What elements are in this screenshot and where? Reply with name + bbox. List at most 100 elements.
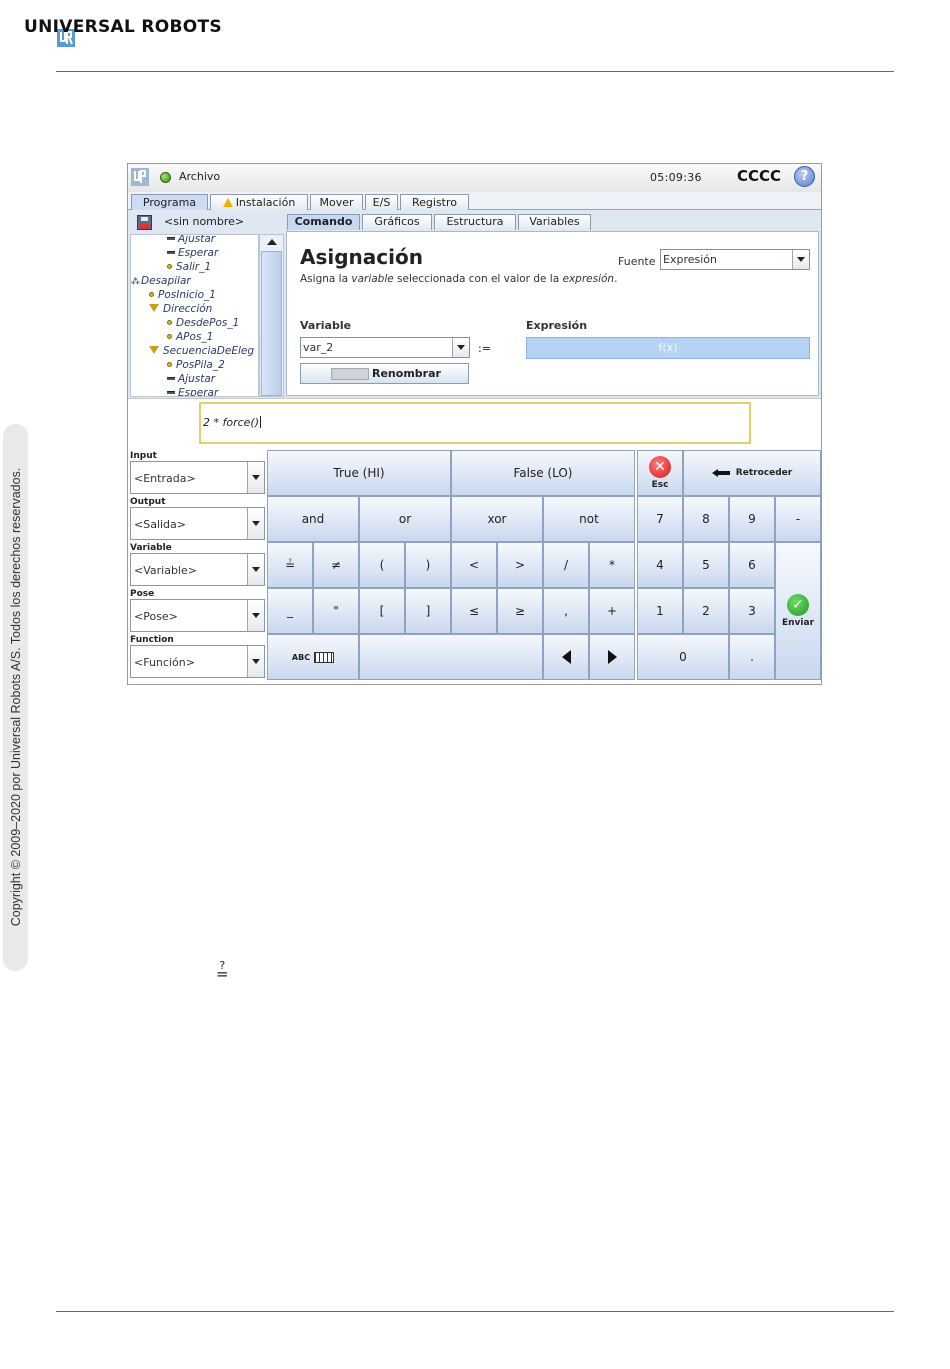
symbol-key[interactable]: / xyxy=(543,542,589,588)
scroll-thumb[interactable] xyxy=(261,251,282,396)
ur-logo-icon xyxy=(131,168,149,186)
symbol-key[interactable]: ) xyxy=(405,542,451,588)
tab-variables[interactable]: Variables xyxy=(518,214,591,230)
abc-keyboard-button[interactable]: ABC xyxy=(267,634,359,680)
digit-key[interactable]: 3 xyxy=(729,588,775,634)
tab-es[interactable]: E/S xyxy=(365,194,398,211)
tree-node[interactable]: PosPila_2 xyxy=(167,358,225,372)
chevron-down-icon xyxy=(247,508,264,539)
digit-key[interactable]: 1 xyxy=(637,588,683,634)
tree-node[interactable]: Ajustar xyxy=(167,372,215,386)
tree-node[interactable]: PosInicio_1 xyxy=(149,288,216,302)
symbol-key[interactable]: _ xyxy=(267,588,313,634)
expression-keyboard: Input <Entrada> Output <Salida> Variable… xyxy=(128,450,821,684)
tree-node[interactable]: Esperar xyxy=(167,386,218,396)
cursor-right-key[interactable] xyxy=(589,634,635,680)
tab-instalacion[interactable]: Instalación xyxy=(210,194,308,211)
tree-node[interactable]: SecuenciaDeEleg xyxy=(149,344,254,358)
tree-node[interactable]: Dirección xyxy=(149,302,212,316)
false-key[interactable]: False (LO) xyxy=(451,450,635,496)
backspace-button[interactable]: Retroceder xyxy=(683,450,821,496)
enter-button[interactable]: ✓ Enviar xyxy=(775,542,821,680)
help-icon[interactable]: ? xyxy=(794,166,815,187)
digit-key[interactable]: 0 xyxy=(637,634,729,680)
tab-label: Registro xyxy=(411,196,457,209)
rename-button[interactable]: Renombrar xyxy=(300,363,469,384)
digit-key[interactable]: 6 xyxy=(729,542,775,588)
digit-key[interactable]: 9 xyxy=(729,496,775,542)
true-key[interactable]: True (HI) xyxy=(267,450,451,496)
waypoint-icon xyxy=(167,264,172,269)
tree-node-label: DesdePos_1 xyxy=(176,317,240,329)
digit-key[interactable]: 5 xyxy=(683,542,729,588)
esc-label: Esc xyxy=(651,480,669,490)
tree-node[interactable]: ⁂Desapilar xyxy=(131,274,191,288)
scroll-up-icon[interactable] xyxy=(267,239,277,245)
program-tree: Ajustar Esperar Salir_1 ⁂Desapilar PosIn… xyxy=(130,234,259,397)
symbol-key[interactable]: , xyxy=(543,588,589,634)
symbol-key[interactable]: * xyxy=(589,542,635,588)
xor-key[interactable]: xor xyxy=(451,496,543,542)
symbol-key[interactable]: [ xyxy=(359,588,405,634)
tree-node[interactable]: Esperar xyxy=(167,246,218,260)
tree-node[interactable]: DesdePos_1 xyxy=(167,316,239,330)
tab-comando[interactable]: Comando xyxy=(287,214,360,230)
symbol-key[interactable]: < xyxy=(451,542,497,588)
digit-key[interactable]: 7 xyxy=(637,496,683,542)
tab-graficos[interactable]: Gráficos xyxy=(362,214,432,230)
space-key[interactable] xyxy=(359,634,543,680)
expression-field[interactable]: f(x) xyxy=(526,337,810,359)
chevron-down-icon xyxy=(247,646,264,677)
variable-label: Variable xyxy=(130,543,172,553)
symbol-key[interactable]: ≟ xyxy=(267,542,313,588)
and-key[interactable]: and xyxy=(267,496,359,542)
output-label: Output xyxy=(130,497,166,507)
symbol-key[interactable]: " xyxy=(313,588,359,634)
function-select[interactable]: <Función> xyxy=(130,645,265,678)
tab-estructura[interactable]: Estructura xyxy=(434,214,516,230)
tab-registro[interactable]: Registro xyxy=(400,194,469,211)
cursor-left-key[interactable] xyxy=(543,634,589,680)
file-menu[interactable]: Archivo xyxy=(179,170,220,183)
enter-label: Enviar xyxy=(781,618,815,628)
arrow-left-icon xyxy=(561,650,571,664)
variable-picker[interactable]: <Variable> xyxy=(130,553,265,586)
source-select[interactable]: Expresión xyxy=(660,249,810,270)
symbol-key[interactable]: ( xyxy=(359,542,405,588)
digit-key[interactable]: 8 xyxy=(683,496,729,542)
symbol-key[interactable]: ] xyxy=(405,588,451,634)
tab-mover[interactable]: Mover xyxy=(310,194,363,211)
page-title: Asignación xyxy=(300,245,423,269)
symbol-key[interactable]: > xyxy=(497,542,543,588)
tab-programa[interactable]: Programa xyxy=(131,194,208,211)
variable-select[interactable]: var_2 xyxy=(300,337,470,358)
or-key[interactable]: or xyxy=(359,496,451,542)
tree-node-label: SecuenciaDeEleg xyxy=(163,345,255,357)
decimal-key[interactable]: . xyxy=(729,634,775,680)
assign-operator: := xyxy=(478,342,491,355)
input-select[interactable]: <Entrada> xyxy=(130,461,265,494)
expression-input[interactable]: 2 * force() xyxy=(199,402,751,444)
footer-rule xyxy=(56,1311,894,1312)
select-value: <Entrada> xyxy=(134,472,196,485)
symbol-key[interactable]: + xyxy=(589,588,635,634)
title-bar: Archivo 05:09:36 CCCC ? xyxy=(128,164,821,192)
tree-node[interactable]: Salir_1 xyxy=(167,260,211,274)
output-select[interactable]: <Salida> xyxy=(130,507,265,540)
chevron-down-icon xyxy=(247,554,264,585)
save-icon[interactable] xyxy=(137,215,152,230)
tree-node[interactable]: Ajustar xyxy=(167,234,216,246)
pose-select[interactable]: <Pose> xyxy=(130,599,265,632)
digit-key[interactable]: 2 xyxy=(683,588,729,634)
symbol-key[interactable]: ≤ xyxy=(451,588,497,634)
symbol-key[interactable]: ≠ xyxy=(313,542,359,588)
minus-key[interactable]: - xyxy=(775,496,821,542)
digit-key[interactable]: 4 xyxy=(637,542,683,588)
tree-scrollbar[interactable] xyxy=(259,234,284,397)
symbol-key[interactable]: ≥ xyxy=(497,588,543,634)
variable-value: var_2 xyxy=(303,341,334,354)
tree-node[interactable]: APos_1 xyxy=(167,330,213,344)
not-key[interactable]: not xyxy=(543,496,635,542)
tree-node-label: Ajustar xyxy=(178,234,216,245)
esc-button[interactable]: ✕ Esc xyxy=(637,450,683,496)
